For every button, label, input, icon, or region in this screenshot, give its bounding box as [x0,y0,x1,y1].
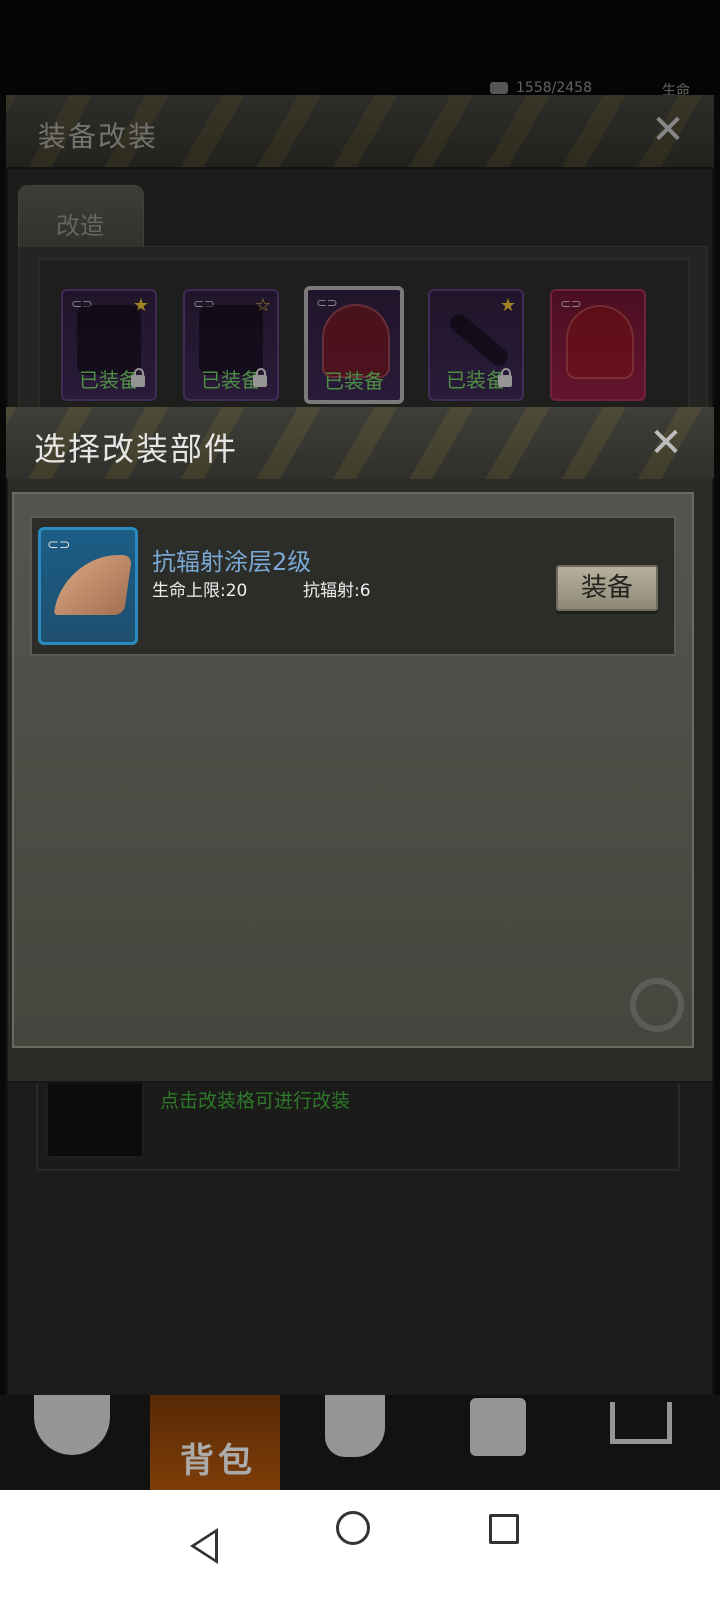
recents-icon[interactable] [489,1514,519,1544]
link-icon: ⊂⊃ [47,537,71,553]
close-icon[interactable]: ✕ [646,423,686,463]
back-icon[interactable] [190,1528,218,1564]
part-name: 抗辐射涂层2级 [152,548,312,576]
system-nav-bar [0,1490,720,1600]
equip-button[interactable]: 装备 [556,565,658,611]
part-stat-radiation: 抗辐射:6 [303,581,371,601]
part-stat-health: 生命上限:20 [152,581,248,601]
select-part-title: 选择改装部件 [34,430,239,468]
radiation-icon [630,978,684,1032]
home-icon[interactable] [336,1511,370,1545]
